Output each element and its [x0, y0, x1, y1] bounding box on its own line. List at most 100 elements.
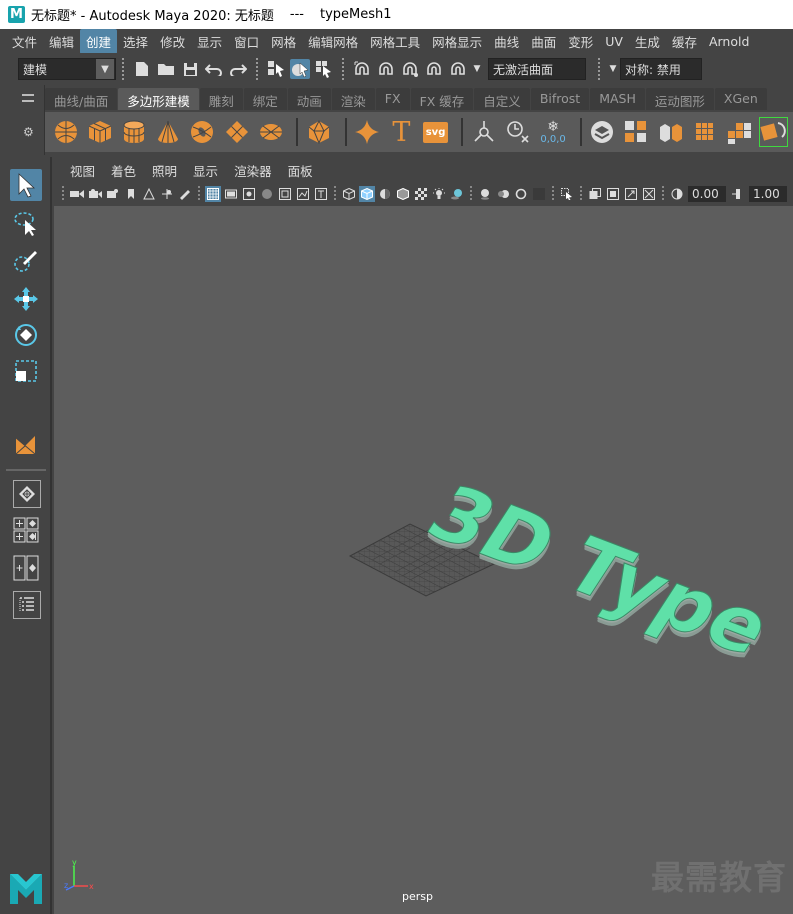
field-chart-icon[interactable] [277, 186, 293, 202]
film-gate-icon[interactable] [223, 186, 239, 202]
tab-custom[interactable]: 自定义 [474, 88, 530, 110]
outliner-icon[interactable] [13, 591, 41, 619]
shelf-menu-icon[interactable] [22, 94, 34, 102]
last-tool-icon[interactable] [10, 429, 42, 461]
menuset-dropdown[interactable]: 建模 ▼ [18, 58, 116, 80]
exposure-icon[interactable] [669, 186, 685, 202]
menu-edit[interactable]: 编辑 [43, 29, 80, 54]
reduce-icon[interactable] [724, 117, 753, 147]
exposure-field[interactable]: 0.00 [688, 186, 726, 202]
combine-icon[interactable] [588, 117, 617, 147]
open-scene-icon[interactable] [156, 59, 176, 79]
chevron-down-icon[interactable]: ▼ [608, 59, 618, 79]
redo-icon[interactable] [228, 59, 248, 79]
poly-plane-icon[interactable] [222, 117, 251, 147]
menu-windows[interactable]: 窗口 [228, 29, 265, 54]
snap-view-plane-icon[interactable] [424, 59, 444, 79]
poly-sphere-icon[interactable] [51, 117, 80, 147]
backface-culling-icon[interactable] [641, 186, 657, 202]
live-surface-field[interactable]: 无激活曲面 [488, 58, 586, 80]
tab-fx-caching[interactable]: FX 缓存 [410, 88, 474, 110]
resolution-gate-icon[interactable] [241, 186, 257, 202]
single-perspective-view-icon[interactable] [13, 480, 41, 508]
panel-menu-show[interactable]: 显示 [185, 161, 226, 180]
menu-display[interactable]: 显示 [191, 29, 228, 54]
grid-toggle-icon[interactable] [205, 186, 221, 202]
menu-mesh-display[interactable]: 网格显示 [426, 29, 488, 54]
poly-cone-icon[interactable] [154, 117, 183, 147]
xray-icon[interactable] [587, 186, 603, 202]
tab-fx[interactable]: FX [375, 88, 410, 110]
freeze-transform-icon[interactable]: ❄ 0,0,0 [538, 117, 569, 147]
gamma-field[interactable]: 1.00 [749, 186, 787, 202]
sweep-mesh-icon[interactable] [353, 117, 382, 147]
camera-attributes-icon[interactable] [87, 186, 103, 202]
symmetry-dropdown[interactable]: 对称: 禁用 [620, 58, 702, 80]
depth-of-field-icon[interactable] [531, 186, 547, 202]
scale-tool-icon[interactable] [10, 355, 42, 387]
grease-pencil-icon[interactable] [177, 186, 193, 202]
panel-menu-panels[interactable]: 面板 [280, 161, 321, 180]
select-tool-icon[interactable] [10, 169, 42, 201]
snap-live-icon[interactable] [448, 59, 468, 79]
tab-poly-modeling[interactable]: 多边形建模 [118, 88, 199, 110]
poly-disc-icon[interactable] [256, 117, 285, 147]
3d-type-mesh[interactable]: 3D Type 3D Type 3D Type 3D Type [409, 469, 792, 678]
tab-motion-graphics[interactable]: 运动图形 [645, 88, 714, 110]
gear-icon[interactable]: ⚙ [23, 125, 34, 139]
gamma-icon[interactable] [730, 186, 746, 202]
svg-tool-icon[interactable]: svg [421, 117, 450, 147]
lasso-tool-icon[interactable] [10, 207, 42, 239]
wireframe-on-shaded-icon[interactable] [395, 186, 411, 202]
image-plane-icon[interactable] [141, 186, 157, 202]
xray-components-icon[interactable] [623, 186, 639, 202]
default-material-icon[interactable] [377, 186, 393, 202]
poly-cylinder-icon[interactable] [119, 117, 148, 147]
menu-surfaces[interactable]: 曲面 [525, 29, 562, 54]
smooth-icon[interactable] [690, 117, 719, 147]
platonic-solid-icon[interactable] [304, 117, 333, 147]
poly-torus-icon[interactable] [188, 117, 217, 147]
menu-cache[interactable]: 缓存 [666, 29, 703, 54]
menu-modify[interactable]: 修改 [154, 29, 191, 54]
shadows-icon[interactable] [449, 186, 465, 202]
snap-grid-icon[interactable] [352, 59, 372, 79]
panel-menu-lighting[interactable]: 照明 [144, 161, 185, 180]
mirror-icon[interactable] [656, 117, 685, 147]
tab-animation[interactable]: 动画 [287, 88, 331, 110]
smooth-shade-icon[interactable] [359, 186, 375, 202]
safe-action-icon[interactable] [295, 186, 311, 202]
menu-curves[interactable]: 曲线 [488, 29, 525, 54]
persp-outliner-view-icon[interactable] [13, 555, 41, 583]
screen-space-ao-icon[interactable] [477, 186, 493, 202]
tab-curves-surfaces[interactable]: 曲线/曲面 [45, 88, 118, 110]
tab-bifrost[interactable]: Bifrost [530, 88, 590, 110]
safe-title-icon[interactable] [313, 186, 329, 202]
use-all-lights-icon[interactable] [431, 186, 447, 202]
undo-icon[interactable] [204, 59, 224, 79]
wireframe-icon[interactable] [341, 186, 357, 202]
tab-xgen[interactable]: XGen [714, 88, 767, 110]
menu-create[interactable]: 创建 [80, 28, 118, 54]
isolate-select-icon[interactable] [559, 186, 575, 202]
bookmark-icon[interactable] [123, 186, 139, 202]
select-component-icon[interactable] [314, 59, 334, 79]
menu-mesh-tools[interactable]: 网格工具 [364, 29, 426, 54]
motion-blur-icon[interactable] [495, 186, 511, 202]
poly-cube-icon[interactable] [85, 117, 114, 147]
separate-icon[interactable] [622, 117, 651, 147]
xray-joints-icon[interactable] [605, 186, 621, 202]
chevron-down-icon[interactable]: ▼ [472, 59, 482, 79]
menu-deform[interactable]: 变形 [562, 29, 599, 54]
type-tool-icon[interactable]: T [387, 117, 416, 148]
tab-rigging[interactable]: 绑定 [243, 88, 287, 110]
anti-aliasing-icon[interactable] [513, 186, 529, 202]
menu-arnold[interactable]: Arnold [703, 31, 755, 52]
bookmark-camera-icon[interactable] [105, 186, 121, 202]
select-object-icon[interactable] [290, 59, 310, 79]
select-camera-icon[interactable] [69, 186, 85, 202]
textured-icon[interactable] [413, 186, 429, 202]
tab-mash[interactable]: MASH [590, 88, 645, 110]
panel-menu-shading[interactable]: 着色 [103, 161, 144, 180]
menu-select[interactable]: 选择 [117, 29, 154, 54]
